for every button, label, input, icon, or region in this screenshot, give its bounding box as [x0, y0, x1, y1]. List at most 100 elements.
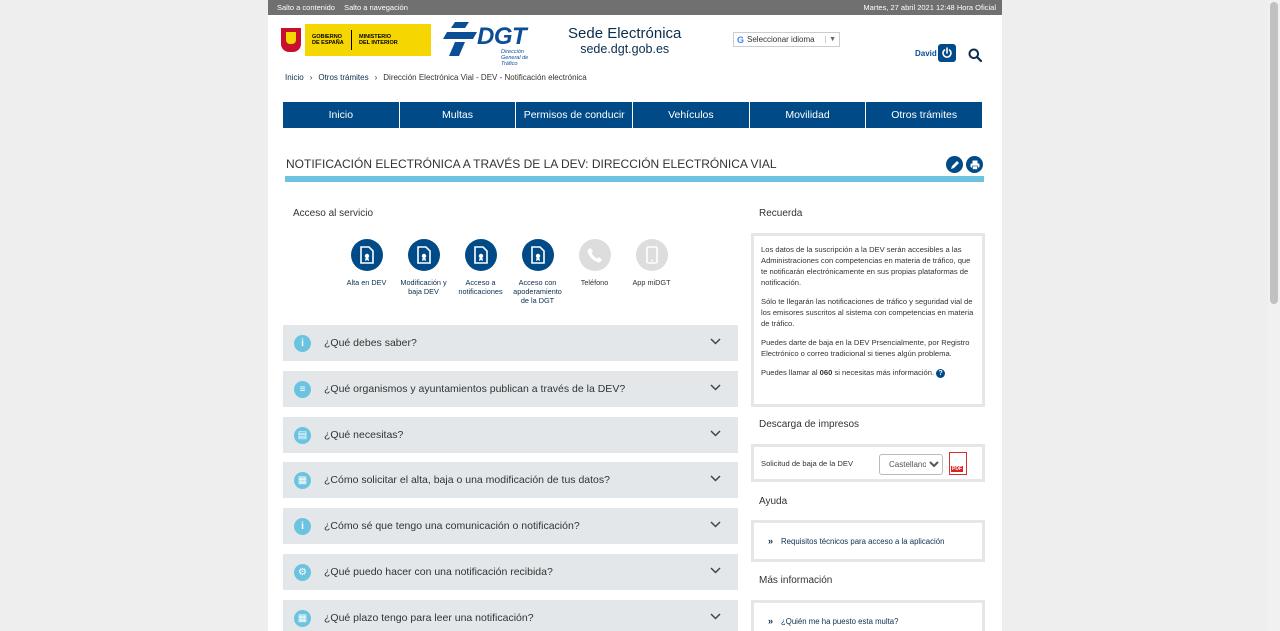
breadcrumb-otros-tramites[interactable]: Otros trámites [318, 73, 368, 82]
accordion-label: ¿Qué puedo hacer con una notificación re… [324, 566, 553, 578]
service-app-midgt: App miDGT [623, 239, 680, 305]
sede-url-text: sede.dgt.gob.es [580, 42, 670, 56]
document-icon [464, 239, 497, 271]
recuerda-paragraph: Los datos de la suscripción a la DEV ser… [761, 245, 971, 287]
service-acceso-notificaciones[interactable]: Acceso a notificaciones [452, 239, 509, 305]
mas-informacion-box: » ¿Quién me ha puesto esta multa? [751, 600, 985, 631]
print-button[interactable] [966, 156, 983, 173]
ayuda-box: » Requisitos técnicos para acceso a la a… [751, 520, 985, 562]
service-label: Alta en DEV [346, 278, 387, 287]
nav-multas[interactable]: Multas [400, 102, 517, 128]
document-icon: ▤ [294, 426, 311, 444]
official-datetime: Martes, 27 abril 2021 12:48 Hora Oficial [863, 3, 996, 12]
accordion-label: ¿Cómo sé que tengo una comunicación o no… [324, 520, 580, 532]
quien-multa-link[interactable]: ¿Quién me ha puesto esta multa? [781, 617, 898, 626]
skip-to-content-link[interactable]: Salto a contenido [277, 3, 335, 12]
gears-icon: ⚙ [294, 563, 311, 581]
printer-icon [970, 160, 979, 170]
logout-button[interactable] [938, 44, 956, 62]
accordion-organismos[interactable]: ≡ ¿Qué organismos y ayuntamientos public… [283, 371, 738, 407]
mas-informacion-heading: Más información [759, 575, 833, 586]
search-icon[interactable] [968, 48, 982, 62]
acceso-servicio-heading: Acceso al servicio [293, 208, 374, 219]
nav-vehiculos[interactable]: Vehículos [633, 102, 750, 128]
document-icon [407, 239, 440, 271]
nav-movilidad[interactable]: Movilidad [750, 102, 867, 128]
calendar-icon: ▦ [294, 609, 311, 627]
requisitos-tecnicos-link[interactable]: Requisitos técnicos para acceso a la apl… [781, 537, 944, 546]
accordion-como-solicitar[interactable]: ▦ ¿Cómo solicitar el alta, baja o una mo… [283, 462, 738, 498]
recuerda-text: Puedes llamar al [761, 368, 820, 377]
title-tools [946, 156, 983, 173]
accordion-label: ¿Qué plazo tengo para leer una notificac… [324, 612, 534, 624]
document-icon [521, 239, 554, 271]
recuerda-text: si necesitas más información. [832, 368, 935, 377]
chevron-down-icon [710, 521, 721, 528]
phone-number: 060 [819, 368, 833, 377]
power-icon [942, 47, 952, 58]
chevron-right-icon: › [309, 73, 313, 82]
accordion-label: ¿Qué necesitas? [324, 429, 404, 441]
top-bar: Salto a contenido Salto a navegación Mar… [268, 0, 1002, 15]
chevron-down-icon [710, 475, 721, 482]
chevron-down-icon [710, 567, 721, 574]
title-underline [285, 176, 984, 182]
service-label: App miDGT [632, 278, 671, 287]
page-scrollbar[interactable] [1268, 0, 1280, 631]
nav-inicio[interactable]: Inicio [283, 102, 400, 128]
accordion-como-se-notificacion[interactable]: i ¿Cómo sé que tengo una comunicación o … [283, 508, 738, 544]
accordion-que-necesitas[interactable]: ▤ ¿Qué necesitas? [283, 417, 738, 453]
nav-permisos-conducir[interactable]: Permisos de conducir [516, 102, 634, 128]
phone-icon [578, 239, 611, 271]
info-icon: i [294, 517, 311, 535]
accordion-que-puedo-hacer[interactable]: ⚙ ¿Qué puedo hacer con una notificación … [283, 554, 738, 590]
double-chevron-right-icon: » [768, 536, 774, 546]
double-chevron-right-icon: » [768, 616, 774, 626]
calendar-icon: ▦ [294, 471, 311, 489]
chevron-down-icon [710, 338, 721, 345]
ministry-logo-text: MINISTERIO DEL INTERIOR [359, 34, 398, 46]
help-icon[interactable]: ? [936, 368, 946, 378]
dgt-logo-subtitle: Dirección General de Tráfico [501, 49, 529, 67]
service-modificacion-baja[interactable]: Modificación y baja DEV [395, 239, 452, 305]
language-selector[interactable]: G Seleccionar idioma ▼ [733, 32, 840, 47]
dgt-mark-icon [443, 22, 477, 56]
service-apoderamiento[interactable]: Acceso con apoderamiento de la DGT [509, 239, 566, 305]
pencil-icon [950, 160, 959, 169]
page-title: NOTIFICACIÓN ELECTRÓNICA A TRAVÉS DE LA … [286, 157, 777, 171]
service-alta-dev[interactable]: Alta en DEV [338, 239, 395, 305]
service-label: Acceso con apoderamiento de la DGT [513, 278, 562, 305]
language-select[interactable]: Castellano [879, 454, 943, 475]
service-label: Modificación y baja DEV [400, 278, 447, 296]
breadcrumb-home[interactable]: Inicio [285, 73, 304, 82]
info-icon: i [294, 334, 311, 352]
breadcrumb: Inicio › Otros trámites › Dirección Elec… [285, 73, 587, 82]
sede-title[interactable]: Sede Electrónica sede.dgt.gob.es [568, 25, 681, 56]
edit-button[interactable] [946, 156, 963, 173]
accordion-que-plazo[interactable]: ▦ ¿Qué plazo tengo para leer una notific… [283, 600, 738, 631]
nav-otros-tramites[interactable]: Otros trámites [866, 102, 982, 128]
accordion-que-debes-saber[interactable]: i ¿Qué debes saber? [283, 325, 738, 361]
pdf-download-icon[interactable]: PDF [949, 452, 967, 475]
service-shortcuts: Alta en DEV Modificación y baja DEV Acce… [338, 239, 680, 305]
recuerda-box: Los datos de la suscripción a la DEV ser… [751, 233, 985, 407]
gobierno-logo[interactable]: GOBIERNO DE ESPAÑA MINISTERIO DEL INTERI… [277, 24, 431, 56]
mobile-app-icon [635, 239, 668, 271]
skip-to-nav-link[interactable]: Salto a navegación [344, 3, 408, 12]
service-label: Teléfono [580, 278, 609, 287]
descarga-heading: Descarga de impresos [759, 419, 860, 430]
chevron-down-icon [710, 384, 721, 391]
header: GOBIERNO DE ESPAÑA MINISTERIO DEL INTERI… [268, 15, 1002, 67]
recuerda-paragraph: Puedes darte de baja en la DEV Prsencial… [761, 338, 970, 358]
dgt-logo[interactable]: DGT Dirección General de Tráfico [443, 21, 533, 67]
recuerda-heading: Recuerda [759, 208, 803, 219]
recuerda-paragraph: Sólo te llegarán las notificaciones de t… [761, 297, 974, 328]
descarga-box: Solicitud de baja de la DEV Castellano P… [751, 444, 985, 482]
chevron-right-icon: › [374, 73, 378, 82]
user-name[interactable]: David [915, 49, 937, 58]
accordion-label: ¿Qué debes saber? [324, 337, 417, 349]
scrollbar-thumb[interactable] [1270, 2, 1278, 304]
dgt-logo-text: DGT [477, 23, 527, 50]
document-icon [350, 239, 383, 271]
gov-logo-text: GOBIERNO DE ESPAÑA [312, 34, 344, 46]
